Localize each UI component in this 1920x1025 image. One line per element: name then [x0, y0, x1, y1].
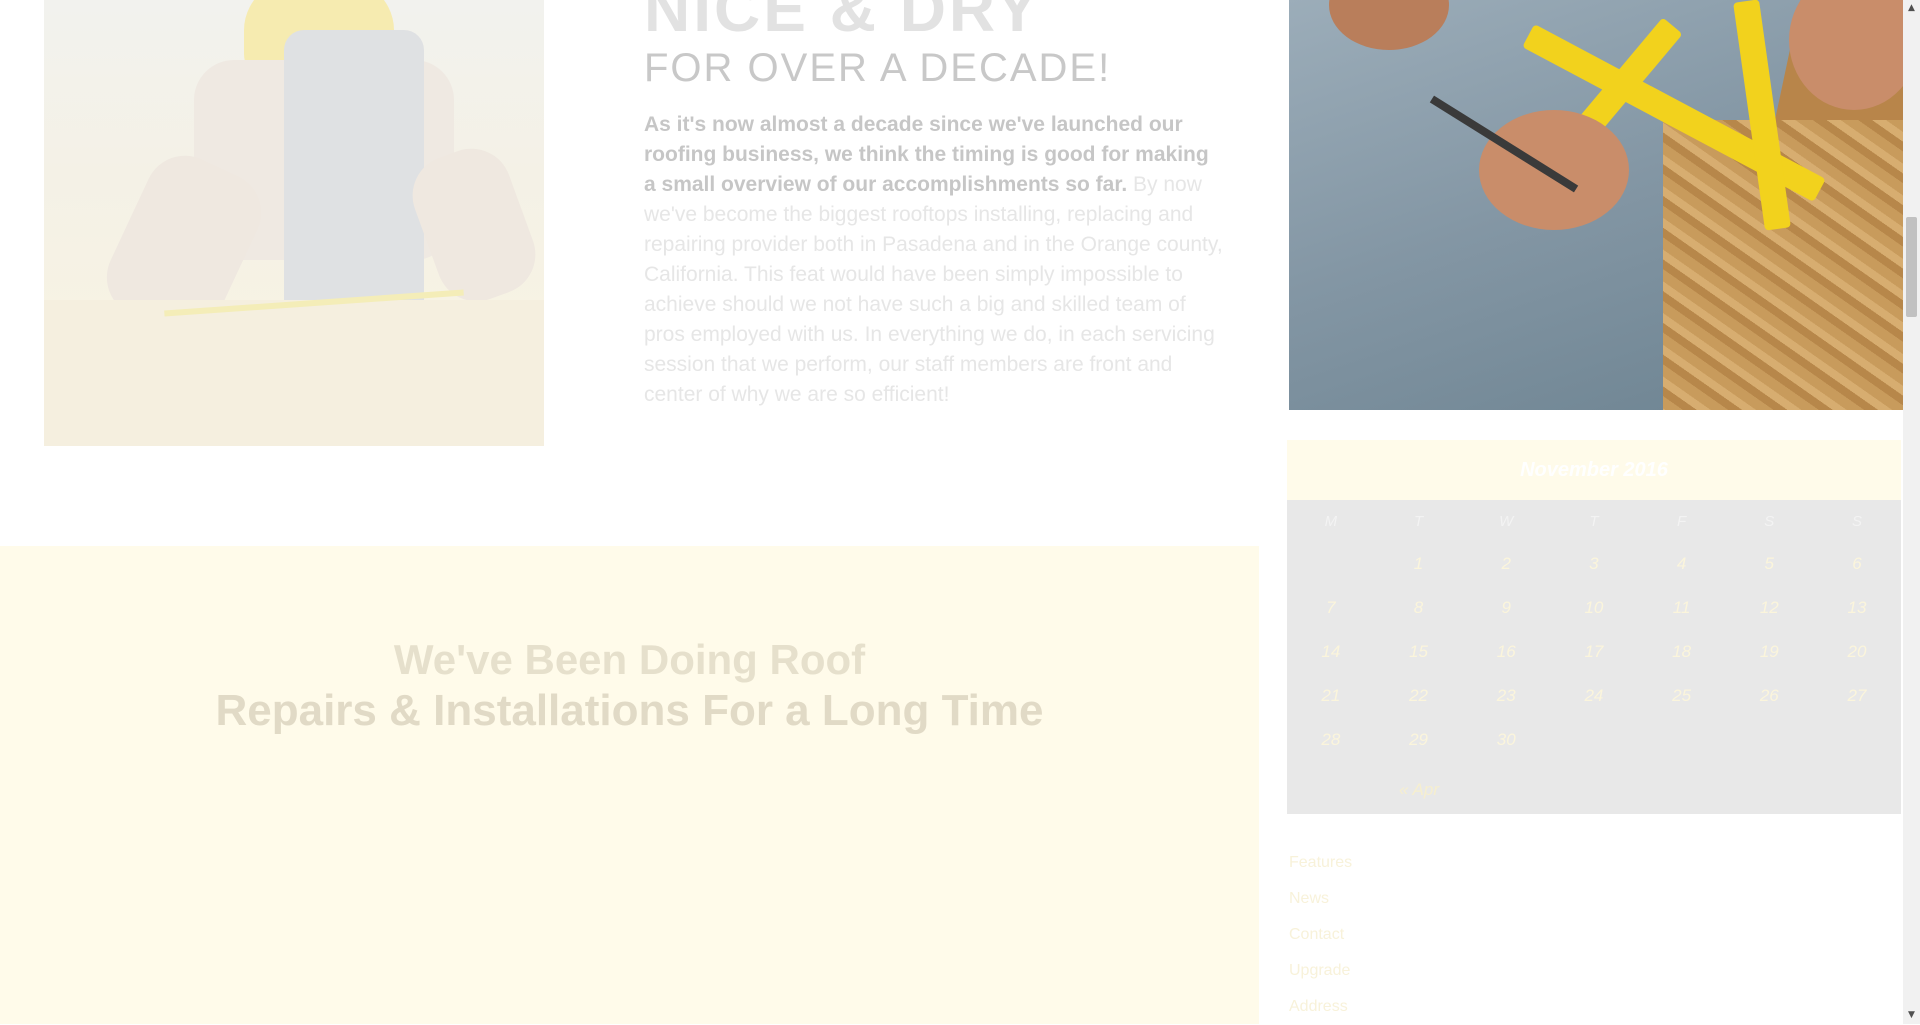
calendar-day: 2	[1501, 554, 1511, 573]
calendar-day: 22	[1409, 686, 1428, 705]
calendar-week-row: 28 29 30	[1287, 718, 1901, 762]
calendar-day: 12	[1759, 598, 1779, 617]
calendar-weekday: T	[1413, 512, 1424, 530]
calendar-day: 19	[1759, 642, 1779, 661]
band-title-line-1: We've Been Doing Roof	[393, 636, 866, 683]
calendar-day: 9	[1501, 598, 1511, 617]
calendar-week-row: 14 15 16 17 18 19 20	[1287, 630, 1901, 674]
page-scrollbar[interactable]: ▲ ▼	[1903, 0, 1920, 1024]
triangle-down-icon[interactable]: ▼	[1903, 1007, 1920, 1024]
scrollbar-thumb[interactable]	[1906, 217, 1917, 317]
about-headline: NICE & DRY	[644, 0, 1042, 45]
calendar-weekday: M	[1324, 512, 1338, 530]
calendar-day: 29	[1409, 730, 1428, 749]
band-title-line-2: Repairs & Installations For a Long Time	[215, 686, 1044, 735]
calendar-day: 28	[1321, 730, 1341, 749]
calendar-day: 16	[1496, 642, 1516, 661]
calendar-day: 30	[1496, 730, 1516, 749]
calendar-day: 4	[1676, 554, 1687, 573]
calendar-day: 7	[1326, 598, 1336, 617]
calendar-day: 24	[1584, 686, 1604, 705]
about-intro-strong: As it's now almost a decade since we've …	[644, 113, 1209, 196]
calendar-day: 14	[1321, 642, 1341, 661]
calendar-weekday: F	[1677, 512, 1687, 530]
calendar-weekday: W	[1499, 512, 1514, 530]
calendar-day: 5	[1764, 554, 1775, 573]
calendar-day: 8	[1413, 598, 1424, 617]
calendar-day: 21	[1321, 686, 1341, 705]
calendar-day: 18	[1672, 642, 1692, 661]
calendar-day: 20	[1847, 642, 1867, 661]
calendar-day: 11	[1672, 598, 1691, 617]
calendar-week-row: 21 22 23 24 25 26 27	[1287, 674, 1901, 718]
calendar-day: 6	[1852, 554, 1862, 573]
main-content: NICE & DRY FOR OVER A DECADE! As it's no…	[0, 0, 1259, 1024]
calendar-day: 26	[1759, 686, 1779, 705]
sidebar-link-list: Features News Contact Upgrade Address	[1289, 845, 1352, 1025]
calendar-day: 27	[1847, 686, 1867, 705]
calendar-day: 3	[1589, 554, 1599, 573]
about-intro: As it's now almost a decade since we've …	[644, 110, 1224, 410]
calendar-weekday: T	[1589, 512, 1599, 530]
calendar-weekday: S	[1764, 512, 1775, 530]
calendar-day: 17	[1584, 642, 1604, 661]
about-subheadline: FOR OVER A DECADE!	[644, 46, 1112, 90]
sidebar-link[interactable]: Upgrade	[1289, 953, 1352, 989]
sidebar-link[interactable]: Features	[1289, 845, 1352, 881]
calendar-day: 1	[1413, 554, 1424, 573]
roofer-measuring-photo	[44, 0, 544, 446]
calendar-day: 10	[1584, 598, 1604, 617]
calendar-widget: November 2016 M T W T F S S 1 2 3 4 5 6	[1287, 440, 1901, 814]
history-band: We've Been Doing Roof Repairs & Installa…	[0, 546, 1259, 1024]
sidebar: November 2016 M T W T F S S 1 2 3 4 5 6	[1287, 0, 1903, 1024]
calendar-weekday: S	[1851, 512, 1862, 530]
calendar-weekday-row: M T W T F S S	[1287, 500, 1901, 542]
calendar-grid: M T W T F S S 1 2 3 4 5 6 7 8 9 10 11 12…	[1287, 500, 1901, 762]
calendar-day: 23	[1496, 686, 1516, 705]
sidebar-link[interactable]: Contact	[1289, 917, 1352, 953]
calendar-week-row: 7 8 9 10 11 12 13	[1287, 586, 1901, 630]
calendar-day: 25	[1672, 686, 1692, 705]
about-intro-body: By now we've become the biggest rooftops…	[644, 173, 1223, 406]
calendar-month-label: November 2016	[1287, 440, 1901, 500]
calendar-prev-month-link[interactable]: « Apr	[1399, 780, 1439, 800]
calendar-day: 13	[1847, 598, 1867, 617]
roofing-measurement-photo	[1289, 0, 1903, 410]
triangle-up-icon[interactable]: ▲	[1903, 0, 1920, 17]
calendar-day: 15	[1409, 642, 1428, 661]
sidebar-link[interactable]: Address	[1289, 989, 1352, 1025]
calendar-week-row: 1 2 3 4 5 6	[1287, 542, 1901, 586]
sidebar-link[interactable]: News	[1289, 881, 1352, 917]
